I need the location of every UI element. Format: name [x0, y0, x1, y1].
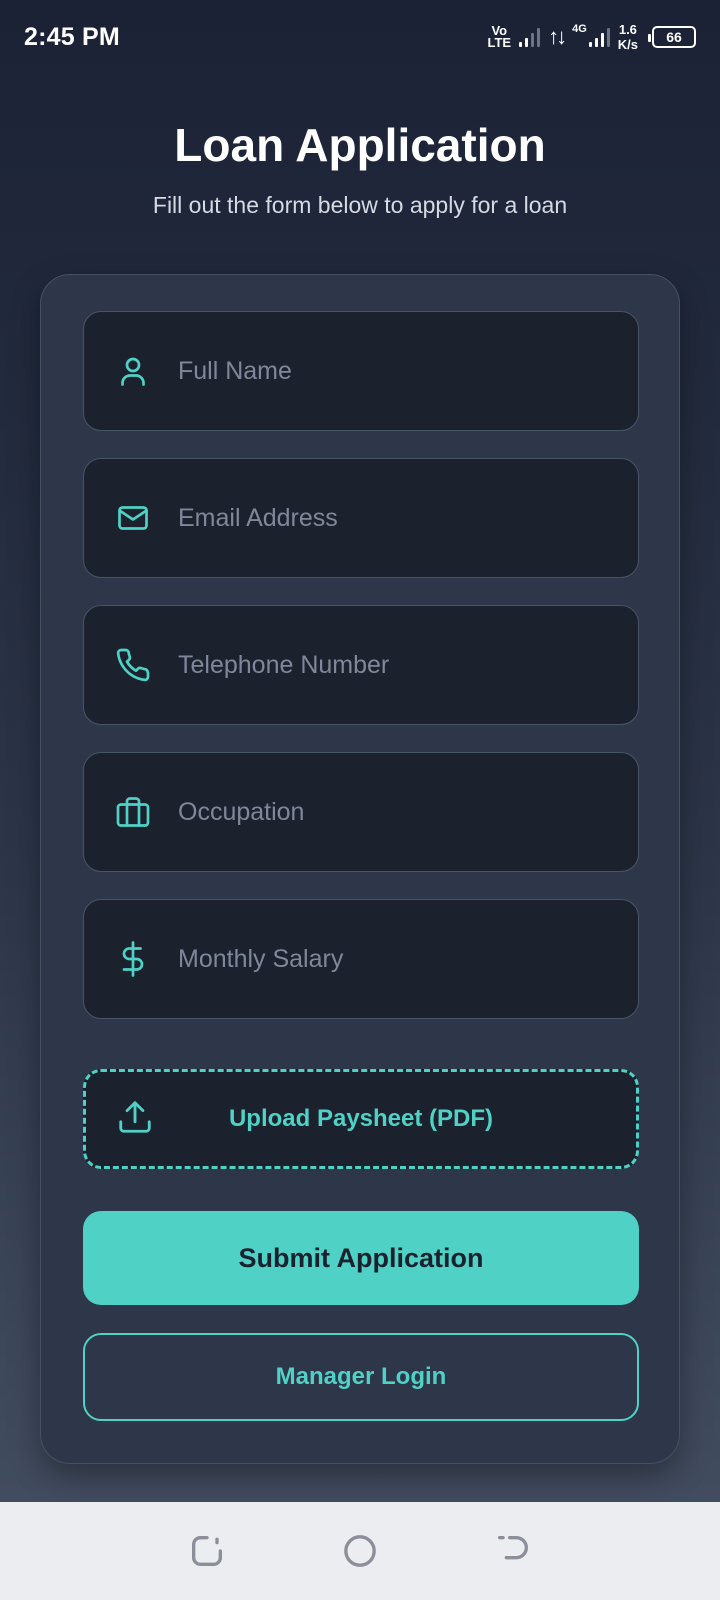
- form-card: Upload Paysheet (PDF) Submit Application…: [40, 274, 680, 1464]
- battery-icon: 66: [648, 26, 696, 48]
- home-icon[interactable]: [338, 1529, 382, 1573]
- full-name-input[interactable]: [178, 341, 638, 401]
- recents-icon[interactable]: [185, 1529, 229, 1573]
- page-subtitle: Fill out the form below to apply for a l…: [152, 192, 568, 218]
- network-type: 4G: [572, 23, 587, 35]
- email-input[interactable]: [178, 488, 638, 548]
- battery-level: 66: [666, 29, 682, 45]
- manager-login-button[interactable]: Manager Login: [83, 1333, 639, 1421]
- status-icons: Vo LTE ↑↓ 4G 1.6 K/s 66: [487, 22, 696, 52]
- submit-application-button[interactable]: Submit Application: [83, 1211, 639, 1305]
- salary-input[interactable]: [178, 929, 638, 989]
- occupation-input[interactable]: [178, 782, 638, 842]
- full-name-field[interactable]: [83, 311, 639, 431]
- occupation-field[interactable]: [83, 752, 639, 872]
- mail-icon: [114, 499, 152, 537]
- data-transfer-icon: ↑↓: [548, 24, 567, 49]
- page-title: Loan Application: [174, 119, 546, 171]
- upload-paysheet-button[interactable]: Upload Paysheet (PDF): [83, 1069, 639, 1169]
- salary-field[interactable]: [83, 899, 639, 1019]
- back-icon[interactable]: [491, 1529, 535, 1573]
- status-bar: 2:45 PM Vo LTE ↑↓ 4G 1.6 K/s 66: [0, 0, 720, 74]
- system-nav-bar: [0, 1502, 720, 1600]
- dollar-icon: [114, 940, 152, 978]
- phone-icon: [114, 646, 152, 684]
- telephone-input[interactable]: [178, 635, 638, 695]
- network-speed: 1.6 K/s: [617, 22, 638, 52]
- status-time: 2:45 PM: [24, 22, 120, 51]
- user-icon: [114, 352, 152, 390]
- signal-icon-secondary: [588, 27, 610, 47]
- volte-indicator: Vo LTE: [487, 23, 512, 50]
- upload-label: Upload Paysheet (PDF): [228, 1105, 494, 1132]
- briefcase-icon: [114, 793, 152, 831]
- email-field[interactable]: [83, 458, 639, 578]
- telephone-field[interactable]: [83, 605, 639, 725]
- signal-icon: [519, 27, 541, 47]
